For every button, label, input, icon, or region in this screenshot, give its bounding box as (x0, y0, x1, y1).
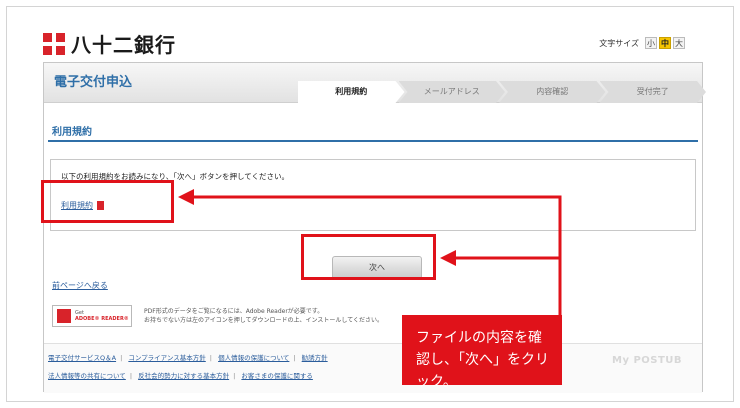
bank-name: 八十二銀行 (71, 33, 176, 57)
footer-link-qa[interactable]: 電子交付サービスQ＆A (48, 354, 116, 362)
main-panel: 電子交付申込 利用規約 メールアドレス 内容確認 受付完了 利用規約 以下の利用… (43, 62, 703, 393)
back-link[interactable]: 前ページへ戻る (52, 280, 108, 291)
step-email: メールアドレス (399, 81, 506, 103)
footer-row-2: 法人情報等の共有について | 反社会的勢力に対する基本方針 | お客さまの保護に関す… (48, 370, 313, 380)
footer-link-corporate-info[interactable]: 法人情報等の共有について (48, 372, 126, 380)
watermark: My POSTUB (612, 355, 683, 366)
font-size-small-button[interactable]: 小 (645, 37, 657, 49)
adobe-badge-text: Get ADOBE® READER® (75, 310, 129, 322)
page-title: 電子交付申込 (54, 75, 133, 90)
next-button-highlight-box (301, 234, 436, 280)
font-size-large-button[interactable]: 大 (673, 37, 685, 49)
terms-highlight-box (41, 180, 174, 223)
footer-link-solicitation[interactable]: 勧誘方針 (302, 354, 328, 362)
adobe-badge-line2: ADOBE® READER® (75, 316, 129, 322)
footer-separator: | (120, 354, 123, 362)
footer-row-1: 電子交付サービスQ＆A | コンプライアンス基本方針 | 個人情報の保護について | … (48, 352, 328, 362)
font-size-medium-button[interactable]: 中 (659, 37, 671, 49)
progress-steps: 利用規約 メールアドレス 内容確認 受付完了 (298, 81, 700, 103)
footer-separator: | (209, 354, 212, 362)
title-band: 電子交付申込 利用規約 メールアドレス 内容確認 受付完了 (44, 63, 702, 103)
footer-link-antisocial[interactable]: 反社会的勢力に対する基本方針 (138, 372, 229, 380)
bank-logo-mark-icon (43, 32, 65, 55)
get-adobe-reader-button[interactable]: Get ADOBE® READER® (52, 305, 132, 327)
adobe-note-line2: お持ちでない方は左のアイコンを押してダウンロードの上、インストールしてください。 (144, 317, 384, 324)
bank-logo[interactable]: 八十二銀行 (43, 29, 176, 58)
footer-link-customer-protection[interactable]: お客さまの保護に関する (241, 372, 313, 380)
footer-separator: | (233, 372, 236, 380)
footer-separator: | (129, 372, 133, 380)
step-terms: 利用規約 (298, 81, 405, 103)
adobe-reader-row: Get ADOBE® READER® PDF形式のデータをご覧になるには、Ado… (52, 303, 383, 329)
font-size-label: 文字サイズ (599, 38, 639, 48)
footer-link-privacy[interactable]: 個人情報の保護について (218, 354, 289, 362)
font-size-switcher: 文字サイズ 小 中 大 (599, 37, 685, 49)
section-heading: 利用規約 (52, 127, 92, 138)
adobe-note: PDF形式のデータをご覧になるには、Adobe Readerが必要です。 お持ち… (144, 307, 383, 325)
adobe-note-line1: PDF形式のデータをご覧になるには、Adobe Readerが必要です。 (144, 308, 324, 315)
section-divider (48, 140, 698, 142)
adobe-logo-icon (57, 309, 71, 323)
step-confirm: 内容確認 (499, 81, 606, 103)
footer-links: 電子交付サービスQ＆A | コンプライアンス基本方針 | 個人情報の保護について | … (44, 343, 702, 393)
step-complete: 受付完了 (600, 81, 707, 103)
footer-separator: | (293, 354, 296, 362)
instruction-callout: ファイルの内容を確認し、「次へ」をクリック。 (402, 315, 562, 390)
footer-link-compliance[interactable]: コンプライアンス基本方針 (128, 354, 205, 362)
